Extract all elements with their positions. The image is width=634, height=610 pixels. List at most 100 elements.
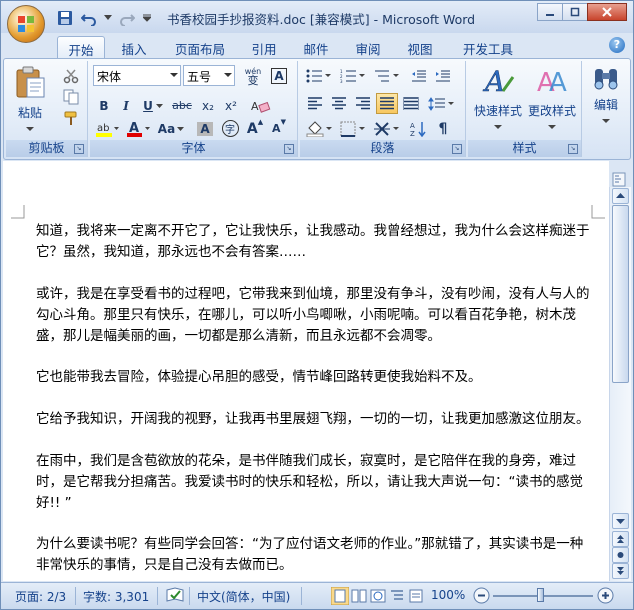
view-buttons	[331, 587, 425, 605]
tab-review[interactable]: 审阅	[345, 36, 391, 59]
scroll-up-button[interactable]	[612, 188, 629, 204]
distributed-button[interactable]	[400, 93, 422, 114]
doc-paragraph: 或许，我是在享受看书的过程吧，它带我来到仙境，那里没有争斗，没有吵闹，没有人与人…	[36, 286, 590, 344]
status-separator	[75, 587, 76, 605]
clear-formatting-button[interactable]: A	[248, 95, 274, 116]
scroll-down-button[interactable]	[612, 513, 629, 529]
zoom-level[interactable]: 100%	[431, 588, 465, 602]
zoom-slider-thumb[interactable]	[537, 588, 544, 602]
strikethrough-button[interactable]: abc	[169, 95, 195, 116]
next-page-button[interactable]	[612, 563, 629, 579]
double-arrow-down-icon	[617, 567, 624, 575]
restore-button[interactable]	[562, 3, 588, 21]
select-browse-object-button[interactable]	[612, 547, 629, 563]
align-left-button[interactable]	[304, 93, 326, 114]
page-indicator[interactable]: 页面: 2/3	[15, 588, 66, 605]
font-size-combo[interactable]: 五号	[183, 65, 235, 86]
justify-button[interactable]	[376, 93, 398, 114]
phonetic-guide-button[interactable]: wén 变	[240, 65, 266, 86]
character-border-button[interactable]: A	[268, 65, 290, 86]
redo-button[interactable]	[117, 9, 137, 27]
paste-button[interactable]: 粘贴	[12, 65, 48, 135]
zoom-in-button[interactable]	[597, 587, 614, 607]
bullets-button[interactable]	[304, 65, 334, 86]
sort-button[interactable]: AZ	[408, 118, 430, 139]
zoom-out-button[interactable]	[473, 587, 490, 607]
document-page[interactable]: 知道，我将来一定离不开它了，它让我快乐，让我感动。我曾经想过，我为什么会这样痴迷…	[3, 161, 609, 581]
show-marks-button[interactable]: ¶	[432, 118, 454, 139]
language-indicator[interactable]: 中文(简体，中国)	[197, 588, 290, 605]
editing-button[interactable]: 编辑	[586, 65, 626, 127]
font-color-button[interactable]: A	[124, 118, 152, 139]
tab-mailings[interactable]: 邮件	[293, 36, 339, 59]
grow-font-letter: A	[246, 120, 258, 137]
chevron-down-icon	[143, 14, 151, 22]
subscript-button[interactable]: x₂	[197, 95, 219, 116]
tab-developer[interactable]: 开发工具	[453, 36, 523, 59]
shading-button[interactable]	[304, 118, 334, 139]
superscript-button[interactable]: x²	[220, 95, 242, 116]
tab-view[interactable]: 视图	[397, 36, 443, 59]
double-arrow-up-icon	[617, 535, 624, 543]
draft-view-icon[interactable]	[407, 587, 425, 605]
status-separator	[157, 587, 158, 605]
print-layout-view-icon[interactable]	[331, 587, 349, 605]
italic-button[interactable]: I	[115, 95, 137, 116]
increase-indent-button[interactable]	[432, 65, 454, 86]
decrease-indent-button[interactable]	[408, 65, 430, 86]
chevron-down-icon	[548, 125, 556, 129]
view-ruler-button[interactable]	[612, 172, 626, 187]
previous-page-button[interactable]	[612, 531, 629, 547]
character-shading-button[interactable]: A	[194, 118, 216, 139]
office-button[interactable]	[7, 5, 45, 43]
underline-dropdown[interactable]	[154, 95, 164, 116]
numbering-button[interactable]: 123	[338, 65, 368, 86]
text-highlight-button[interactable]: ab	[93, 118, 121, 139]
quick-styles-button[interactable]: A 快速样式	[472, 65, 524, 133]
align-right-button[interactable]	[352, 93, 374, 114]
full-screen-reading-view-icon[interactable]	[350, 587, 368, 605]
cut-button[interactable]	[60, 65, 82, 86]
font-name-combo[interactable]: 宋体	[93, 65, 181, 86]
minimize-button[interactable]	[537, 3, 563, 21]
save-button[interactable]	[55, 9, 75, 27]
character-border-letter: A	[271, 67, 287, 84]
styles-dialog-launcher[interactable]: ↘	[568, 144, 578, 154]
format-painter-button[interactable]	[60, 107, 82, 128]
tab-insert[interactable]: 插入	[111, 36, 157, 59]
window-title: 书香校园手抄报资料.doc [兼容模式] - Microsoft Word	[167, 12, 476, 27]
tab-home[interactable]: 开始	[57, 36, 105, 59]
clipboard-dialog-launcher[interactable]: ↘	[74, 144, 84, 154]
bold-button[interactable]: B	[93, 95, 115, 116]
customize-qat-button[interactable]	[141, 9, 153, 27]
align-center-button[interactable]	[328, 93, 350, 114]
font-dialog-launcher[interactable]: ↘	[284, 144, 294, 154]
proofing-indicator[interactable]	[165, 586, 185, 607]
justify-icon	[380, 97, 394, 110]
outline-view-icon[interactable]	[388, 587, 406, 605]
change-case-button[interactable]: Aa	[156, 118, 186, 139]
paragraph-dialog-launcher[interactable]: ↘	[452, 144, 462, 154]
line-spacing-button[interactable]	[426, 93, 456, 114]
sort-icon: AZ	[410, 121, 426, 137]
undo-icon	[81, 14, 96, 26]
vertical-scrollbar[interactable]	[609, 187, 631, 581]
chinese-layout-button[interactable]	[372, 118, 402, 139]
borders-button[interactable]	[338, 118, 368, 139]
web-layout-view-icon[interactable]	[369, 587, 387, 605]
change-styles-button[interactable]: AA 更改样式	[526, 65, 578, 133]
help-button[interactable]: ?	[609, 37, 625, 53]
grow-font-button[interactable]: A ▲	[244, 118, 266, 139]
word-count[interactable]: 字数: 3,301	[83, 588, 149, 605]
scroll-thumb[interactable]	[612, 205, 629, 383]
undo-dropdown[interactable]	[103, 9, 113, 27]
multilevel-list-button[interactable]	[372, 65, 402, 86]
undo-button[interactable]	[79, 9, 99, 27]
copy-button[interactable]	[60, 86, 82, 107]
tab-references[interactable]: 引用	[241, 36, 287, 59]
tab-page-layout[interactable]: 页面布局	[165, 36, 235, 59]
paragraph-group-label: 段落	[300, 140, 465, 157]
enclose-characters-button[interactable]: 字	[219, 118, 241, 139]
shrink-font-button[interactable]: A ▼	[268, 118, 290, 139]
close-button[interactable]	[587, 3, 627, 21]
